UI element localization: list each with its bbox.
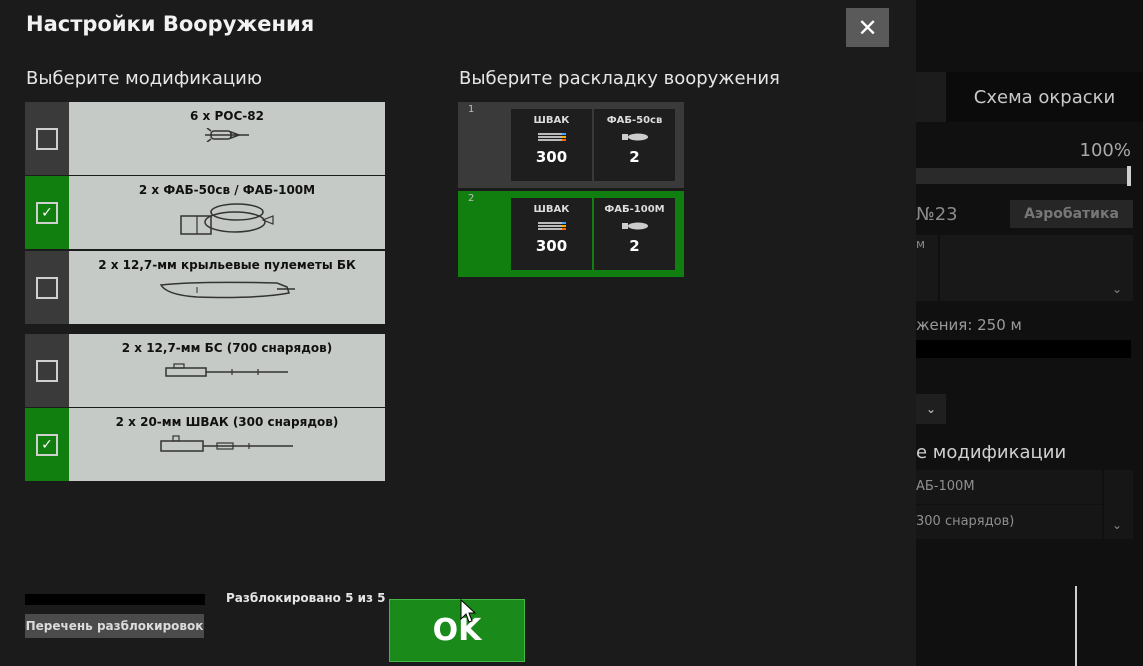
ammo-belt-icon bbox=[537, 133, 566, 141]
background-number: №23 bbox=[916, 204, 958, 225]
modification-name: 6 x РОС-82 bbox=[190, 109, 264, 123]
chevron-down-icon: ⌄ bbox=[1112, 518, 1123, 532]
close-icon: ✕ bbox=[857, 13, 878, 42]
machine-gun-icon bbox=[165, 363, 288, 377]
aerobatics-button: Аэробатика bbox=[1010, 200, 1133, 228]
slot-name: ШВАК bbox=[533, 204, 570, 215]
dialog-title: Настройки Вооружения bbox=[26, 12, 315, 36]
checkbox[interactable] bbox=[36, 359, 58, 382]
slot-name: ФАБ-100М bbox=[604, 204, 665, 215]
loadout-slot: ФАБ-50св 2 bbox=[594, 109, 675, 181]
unlock-progress-bar bbox=[25, 594, 205, 605]
modification-checkbox-area[interactable]: ✓ bbox=[25, 176, 69, 249]
rocket-icon bbox=[205, 128, 249, 142]
slot-count: 2 bbox=[629, 237, 640, 255]
chevron-down-icon: ⌄ bbox=[916, 394, 946, 424]
ammo-belt-icon bbox=[537, 222, 566, 230]
modification-body[interactable]: 2 x 20-мм ШВАК (300 снарядов) bbox=[69, 408, 385, 481]
modification-item[interactable]: ✓ 2 x ФАБ-50св / ФАБ-100М bbox=[25, 176, 385, 249]
background-bar bbox=[916, 340, 1131, 358]
modification-name: 2 x 12,7-мм БС (700 снарядов) bbox=[121, 341, 333, 355]
loadout-option[interactable]: 1 ШВАК 300 ФАБ-50св 2 bbox=[458, 102, 684, 188]
modification-body[interactable]: 2 x ФАБ-50св / ФАБ-100М bbox=[69, 176, 385, 249]
modification-name: 2 x ФАБ-50св / ФАБ-100М bbox=[138, 183, 316, 197]
chevron-down-icon: ⌄ bbox=[1112, 282, 1123, 296]
slot-count: 300 bbox=[535, 237, 568, 255]
loadout-index: 1 bbox=[468, 104, 475, 115]
cannon-icon bbox=[160, 435, 293, 452]
modification-body[interactable]: 6 x РОС-82 bbox=[69, 102, 385, 175]
checkbox[interactable] bbox=[36, 276, 58, 299]
bomb-icon bbox=[180, 203, 274, 235]
bomb-small-icon bbox=[621, 222, 648, 230]
close-button[interactable]: ✕ bbox=[846, 8, 889, 47]
unlock-status: Разблокировано 5 из 5 bbox=[226, 591, 386, 605]
checkmark-icon[interactable]: ✓ bbox=[36, 433, 58, 456]
slot-count: 300 bbox=[535, 148, 568, 166]
slot-count: 2 bbox=[629, 148, 640, 166]
loadout-slot: ШВАК 300 bbox=[511, 109, 592, 181]
unlock-list-button[interactable]: Перечень разблокировок bbox=[25, 614, 204, 638]
modification-item[interactable]: ✓ 2 x 20-мм ШВАК (300 снарядов) bbox=[25, 408, 385, 481]
modifications-title: Выберите модификацию bbox=[26, 68, 262, 89]
background-line bbox=[1075, 586, 1077, 666]
loadout-option-selected[interactable]: 2 ШВАК 300 ФАБ-100М 2 bbox=[458, 191, 684, 277]
weapon-settings-dialog: Настройки Вооружения ✕ Выберите модифика… bbox=[0, 0, 916, 666]
checkbox[interactable] bbox=[36, 127, 58, 150]
loadout-index: 2 bbox=[468, 193, 475, 204]
background-row: АБ-100М bbox=[916, 470, 1102, 504]
modification-checkbox-area[interactable] bbox=[25, 334, 69, 407]
modification-body[interactable]: 2 x 12,7-мм крыльевые пулеметы БК bbox=[69, 251, 385, 324]
modification-checkbox-area[interactable]: ✓ bbox=[25, 408, 69, 481]
background-slider bbox=[916, 168, 1130, 184]
background-percent: 100% bbox=[1079, 140, 1131, 161]
loadout-title: Выберите раскладку вооружения bbox=[459, 68, 780, 89]
ok-button[interactable]: OK bbox=[389, 599, 525, 662]
tab-paint-scheme[interactable]: Схема окраски bbox=[946, 72, 1143, 122]
modification-item[interactable]: 2 x 12,7-мм крыльевые пулеметы БК bbox=[25, 251, 385, 324]
modification-body[interactable]: 2 x 12,7-мм БС (700 снарядов) bbox=[69, 334, 385, 407]
background-slider-knob bbox=[1127, 166, 1131, 186]
slot-name: ШВАК bbox=[533, 115, 570, 126]
background-tab-left bbox=[916, 72, 946, 122]
modification-name: 2 x 12,7-мм крыльевые пулеметы БК bbox=[98, 258, 356, 272]
loadout-slot: ШВАК 300 bbox=[511, 198, 592, 270]
modification-item[interactable]: 2 x 12,7-мм БС (700 снарядов) bbox=[25, 334, 385, 407]
modification-name: 2 x 20-мм ШВАК (300 снарядов) bbox=[115, 415, 339, 429]
checkmark-icon[interactable]: ✓ bbox=[36, 201, 58, 224]
modification-checkbox-area[interactable] bbox=[25, 102, 69, 175]
wing-gun-icon bbox=[159, 281, 295, 299]
modification-item[interactable]: 6 x РОС-82 bbox=[25, 102, 385, 175]
background-box-left: м bbox=[916, 235, 938, 301]
background-modifications-heading: е модификации bbox=[916, 442, 1067, 463]
background-box-fragment: м bbox=[916, 237, 926, 251]
mouse-cursor-icon bbox=[460, 599, 476, 623]
loadout-slot: ФАБ-100М 2 bbox=[594, 198, 675, 270]
slot-name: ФАБ-50св bbox=[606, 115, 663, 126]
background-distance: жения: 250 м bbox=[916, 316, 1022, 334]
modification-checkbox-area[interactable] bbox=[25, 251, 69, 324]
background-box bbox=[940, 235, 1133, 301]
background-row: 300 снарядов) bbox=[916, 505, 1102, 539]
bomb-small-icon bbox=[621, 133, 648, 141]
